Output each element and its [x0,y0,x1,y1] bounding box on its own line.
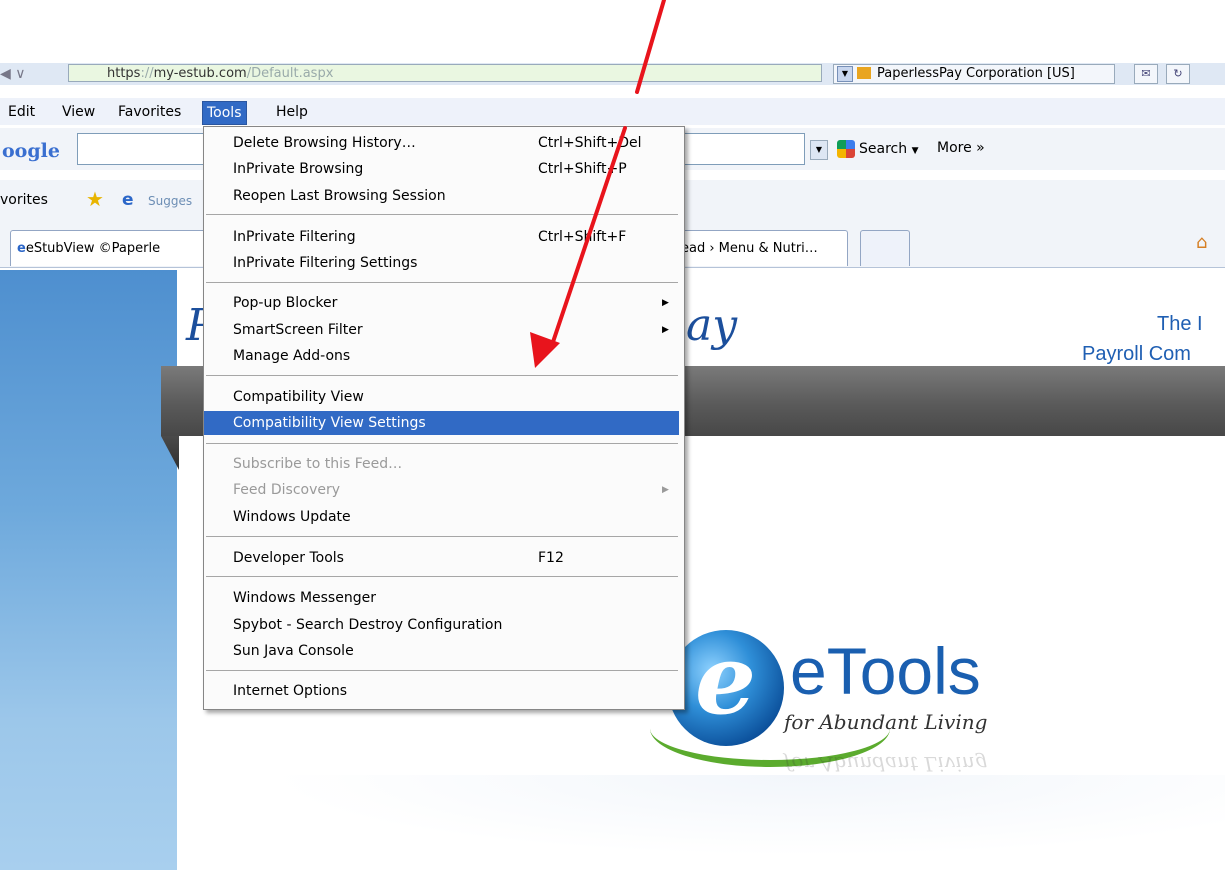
annotation-arrow-shaft [635,0,666,94]
annotation-arrow [530,0,666,368]
annotation-arrow-shaft [551,126,627,344]
